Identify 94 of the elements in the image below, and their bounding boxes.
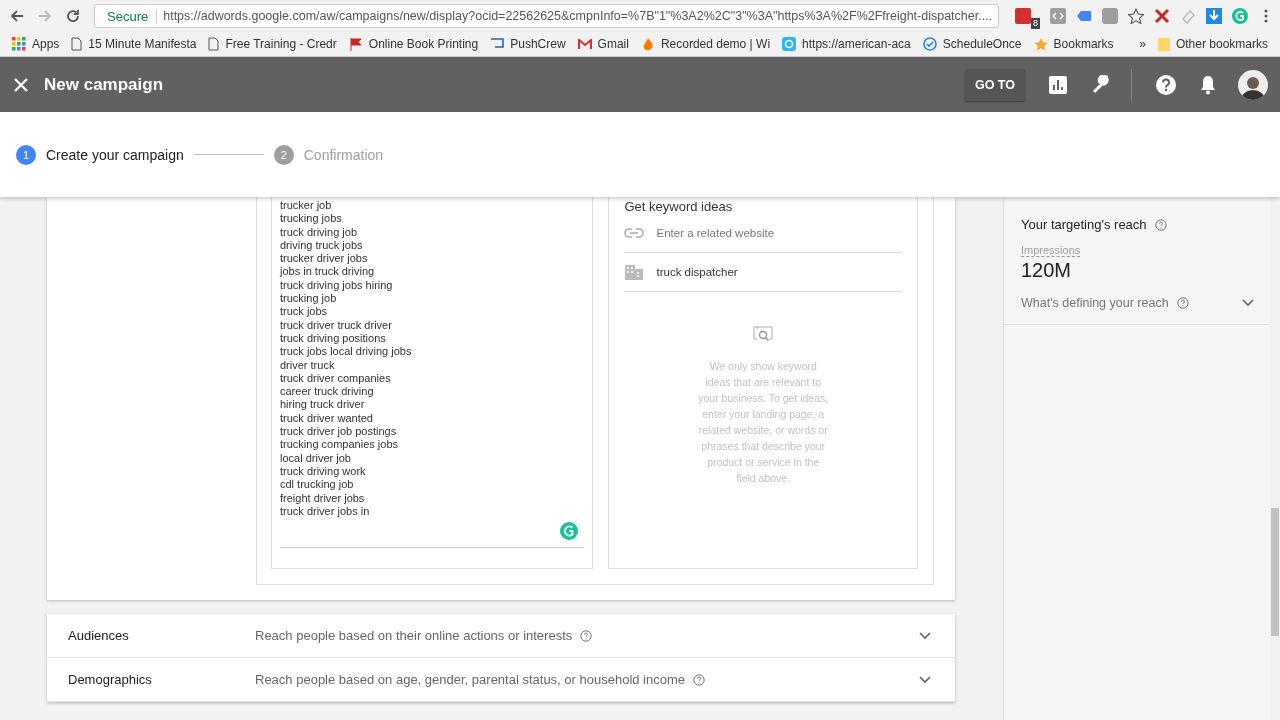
keyword-text: trucking companies jobs <box>280 438 399 452</box>
bookmark-link[interactable]: Apps <box>6 33 66 55</box>
help-icon[interactable] <box>693 673 706 686</box>
bookmark-star-icon[interactable] <box>1128 8 1144 24</box>
help-icon[interactable] <box>1154 218 1167 231</box>
bookmark-link[interactable]: Online Book Printing <box>342 33 485 55</box>
scrollbar-thumb[interactable] <box>1271 508 1279 636</box>
extension-badge: 8 <box>1031 18 1040 29</box>
keyword-text: truck driver truck driver <box>280 318 393 332</box>
chevron-down-icon[interactable] <box>919 631 931 640</box>
wizard-step[interactable]: 1 Create your campaign <box>16 144 184 165</box>
help-icon[interactable] <box>1156 74 1176 95</box>
security-label: Secure <box>107 8 158 24</box>
keyword-text: hiring truck driver <box>280 398 366 412</box>
check-circle-icon <box>922 37 937 51</box>
page-icon <box>71 37 83 51</box>
bookmark-link[interactable]: Recorded demo | Wi <box>634 33 777 55</box>
metric-label: Impressions <box>1021 244 1081 257</box>
close-icon[interactable] <box>12 75 30 94</box>
section-row[interactable]: Audiences Reach people based on their online actions or interests <box>47 614 955 658</box>
keyword-text: truck driving job <box>280 225 359 239</box>
bookmark-link[interactable]: https://american-aca <box>776 33 917 55</box>
keyword-text: trucker driver jobs <box>280 252 369 266</box>
reload-icon <box>66 9 80 23</box>
keyword-text: jobs in truck driving <box>280 265 376 279</box>
account-avatar[interactable] <box>1238 69 1268 100</box>
step-number: 1 <box>16 144 36 165</box>
keyword-text: driver truck <box>280 358 336 372</box>
website-field[interactable]: Enter a related website <box>624 214 902 253</box>
download-icon[interactable] <box>1206 8 1222 24</box>
keyword-text: trucking jobs <box>280 212 343 226</box>
keyword-text: trucking job <box>280 292 338 306</box>
section-description: Reach people based on their online actions or interests <box>255 628 573 643</box>
page-title: New campaign <box>44 74 164 95</box>
bookmark-folder[interactable]: Other bookmarks <box>1151 33 1274 55</box>
keyword-text: truck driving jobs hiring <box>280 278 394 293</box>
keyword-text: career truck driving <box>280 385 375 399</box>
bar-chart-icon[interactable] <box>1049 75 1067 94</box>
step-label: Confirmation <box>303 146 384 163</box>
field-placeholder: Enter a related website <box>656 227 775 239</box>
section-row[interactable]: Demographics Reach people based on age, gender, parental status, or household income <box>47 658 955 702</box>
page-icon <box>208 37 220 51</box>
help-icon[interactable] <box>1176 297 1189 309</box>
step-label: Create your campaign <box>46 146 184 163</box>
address-bar[interactable]: Secure https://adwords.google.com/aw/campaigns/new/display?ocid=22562625&cmpnInfo=%7B"1"%3A2%2C"3"%3A"https%3A%2F%2Ffreight-dispatcher.... <box>94 4 999 28</box>
keyword-text: truck jobs <box>280 305 329 319</box>
more-bookmarks-button[interactable]: » <box>1133 33 1152 55</box>
help-icon[interactable] <box>580 629 593 642</box>
keyword-text: truck jobs local driving jobs <box>280 345 413 359</box>
product-field[interactable]: truck dispatcher <box>624 253 902 292</box>
tag-icon[interactable] <box>1076 8 1092 24</box>
panel-title: Your targeting's reach <box>1021 217 1147 232</box>
folder-icon <box>1157 37 1170 51</box>
notification-bell-icon[interactable] <box>1200 74 1216 95</box>
url-text: https://adwords.google.com/aw/campaigns/new/display?ocid=22562625&cmpnInfo=%7B"1"%3A2%2C"3"%3A"https%3A%2F%2Ffreight-dispatcher.... <box>163 9 993 23</box>
keyword-text: truck driver wanted <box>280 411 374 426</box>
chevron-down-icon[interactable] <box>919 675 931 684</box>
go-to-button[interactable]: GO TO <box>964 68 1025 101</box>
flag-icon <box>348 37 363 51</box>
bookmark-link[interactable]: ScheduleOnce <box>916 33 1028 55</box>
keyword-text: driving truck jobs <box>280 238 364 253</box>
keyword-text: truck driver companies <box>280 371 392 386</box>
section-title: Demographics <box>68 672 153 687</box>
metric-value: 120M <box>1021 259 1073 282</box>
apps-grid-icon <box>12 37 26 51</box>
mail-icon <box>577 38 592 50</box>
cross-icon[interactable] <box>1154 8 1170 24</box>
chevron-down-icon[interactable] <box>1242 299 1254 307</box>
bookmark-link[interactable]: Free Training - Credr <box>202 33 343 55</box>
section-heading: Get keyword ideas <box>624 199 734 214</box>
bookmark-link[interactable]: 15 Minute Manifesta <box>65 33 203 55</box>
keyword-text: truck driving work <box>280 464 367 479</box>
code-icon[interactable] <box>1050 8 1066 24</box>
keyword-text: trucker job <box>280 199 333 213</box>
section-title: Audiences <box>68 628 130 643</box>
star-icon <box>1033 37 1048 51</box>
keyword-text: truck driving positions <box>280 331 387 346</box>
keyword-text: truck driver jobs in <box>280 504 371 519</box>
section-description: Reach people based on age, gender, parental status, or household income <box>255 672 686 687</box>
bookmark-link[interactable]: Gmail <box>571 33 635 55</box>
bookmark-link[interactable]: Bookmarks <box>1027 33 1120 55</box>
forward-arrow-icon <box>38 9 52 23</box>
building-icon <box>624 264 645 280</box>
link-icon <box>624 228 645 238</box>
search-icon <box>753 326 774 344</box>
keyword-text: truck driver job postings <box>280 425 398 439</box>
keyword-text: freight driver jobs <box>280 491 366 505</box>
back-arrow-icon <box>10 9 24 23</box>
keyword-text: cdl trucking job <box>280 478 355 492</box>
keyword-text: local driver job <box>280 451 352 465</box>
field-value: truck dispatcher <box>656 266 738 278</box>
step-number: 2 <box>273 144 294 165</box>
expander-label: What's defining your reach <box>1021 296 1169 310</box>
bookmark-link[interactable]: PushCrew <box>484 33 572 55</box>
